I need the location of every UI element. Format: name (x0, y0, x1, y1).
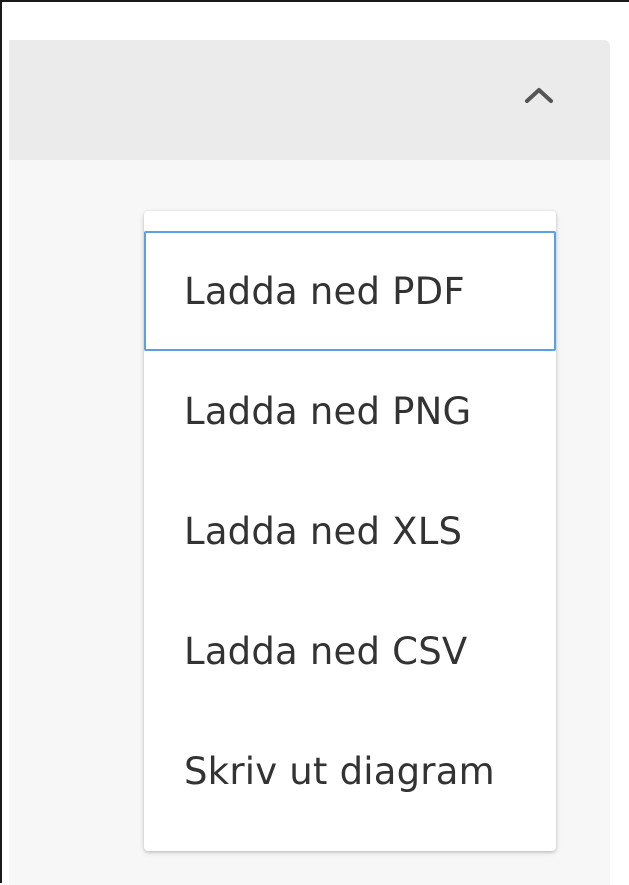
chevron-up-icon (525, 88, 553, 103)
menu-item-label: Ladda ned PDF (184, 269, 465, 313)
menu-item-label: Skriv ut diagram (184, 749, 495, 793)
screenshot-frame: Ladda ned PDF Ladda ned PNG Ladda ned XL… (0, 0, 629, 885)
menu-item-download-csv[interactable]: Ladda ned CSV (144, 591, 556, 711)
collapse-button[interactable] (515, 74, 563, 116)
menu-item-download-xls[interactable]: Ladda ned XLS (144, 471, 556, 591)
panel-header (9, 40, 610, 160)
export-menu: Ladda ned PDF Ladda ned PNG Ladda ned XL… (144, 211, 556, 851)
menu-item-download-pdf[interactable]: Ladda ned PDF (144, 231, 556, 351)
menu-item-print-chart[interactable]: Skriv ut diagram (144, 711, 556, 831)
menu-item-label: Ladda ned CSV (184, 629, 468, 673)
menu-item-download-png[interactable]: Ladda ned PNG (144, 351, 556, 471)
menu-item-label: Ladda ned PNG (184, 389, 472, 433)
menu-item-label: Ladda ned XLS (184, 509, 463, 553)
